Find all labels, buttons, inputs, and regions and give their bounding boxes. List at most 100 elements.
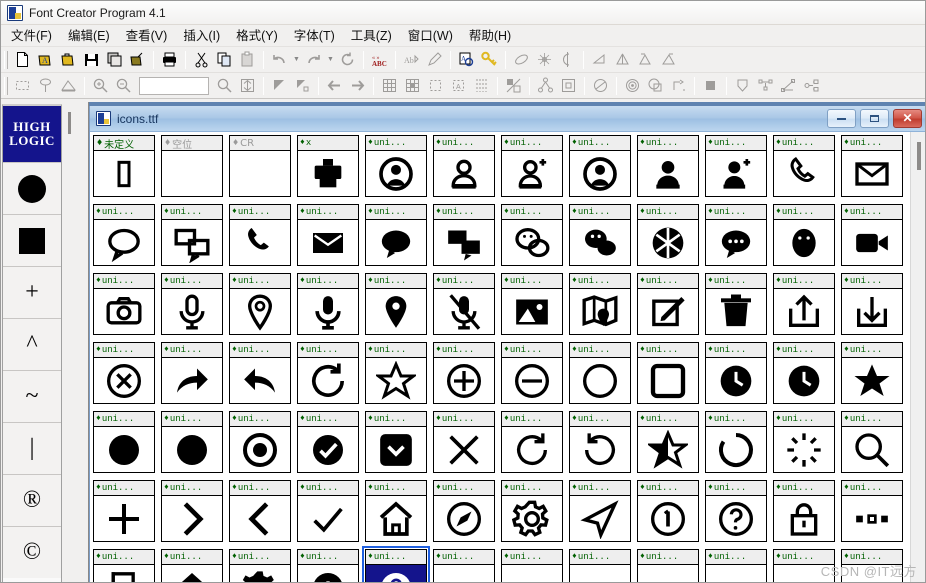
save-icon[interactable] <box>80 49 103 71</box>
glyph-cell[interactable]: ♦ uni... <box>161 411 223 473</box>
open-font-icon[interactable]: A <box>34 49 57 71</box>
glyph-cell[interactable]: ♦ uni... <box>93 480 155 542</box>
glyph-cell[interactable]: ♦ uni... <box>433 549 495 582</box>
menu-file[interactable]: 文件(F) <box>3 26 60 46</box>
glyph-cell[interactable]: ♦ uni... <box>705 411 767 473</box>
glyph-cell[interactable]: ♦ uni... <box>365 342 427 404</box>
glyph-cell[interactable]: ♦ uni... <box>841 135 903 197</box>
glyph-cell[interactable]: ♦ uni... <box>569 135 631 197</box>
glyph-cell[interactable]: ♦ uni... <box>501 204 563 266</box>
glyph-grid-container[interactable]: ♦ 未定义 ♦ 空位 ♦ CR ♦ x ♦ uni... ♦ uni... ♦ uni... ♦ uni...… <box>90 132 910 582</box>
glyph-cell[interactable]: ♦ uni... <box>841 273 903 335</box>
glyph-cell[interactable]: ♦ CR <box>229 135 291 197</box>
glyph-cell[interactable]: ♦ uni... <box>501 411 563 473</box>
glyph-cell[interactable]: ♦ uni... <box>229 342 291 404</box>
glyph-cell[interactable]: ♦ uni... <box>705 135 767 197</box>
copy-icon[interactable] <box>213 49 236 71</box>
glyph-cell[interactable]: ♦ uni... <box>297 204 359 266</box>
glyph-cell[interactable]: ♦ uni... <box>433 204 495 266</box>
sample-plus[interactable]: + <box>3 266 61 318</box>
toolbar-grip[interactable] <box>4 50 8 69</box>
install-font-icon[interactable] <box>126 49 149 71</box>
print-icon[interactable] <box>158 49 181 71</box>
glyph-cell[interactable]: ♦ uni... <box>93 411 155 473</box>
glyph-cell[interactable]: ♦ uni... <box>229 480 291 542</box>
glyph-cell[interactable]: ♦ uni... <box>637 135 699 197</box>
glyph-cell[interactable]: ♦ uni... <box>433 480 495 542</box>
glyph-cell[interactable]: ♦ uni... <box>773 411 835 473</box>
menu-edit[interactable]: 编辑(E) <box>60 26 118 46</box>
glyph-cell[interactable]: ♦ uni... <box>365 273 427 335</box>
glyph-cell[interactable]: ♦ uni... <box>841 480 903 542</box>
menu-insert[interactable]: 插入(I) <box>175 26 228 46</box>
glyph-cell[interactable]: ♦ uni... <box>365 480 427 542</box>
glyph-grid-scroll-thumb[interactable] <box>917 142 921 170</box>
glyph-cell[interactable]: ♦ uni... <box>569 273 631 335</box>
glyph-cell[interactable]: ♦ uni... <box>161 480 223 542</box>
save-all-icon[interactable] <box>103 49 126 71</box>
glyph-cell[interactable]: ♦ uni... <box>637 549 699 582</box>
glyph-cell[interactable]: ♦ uni... <box>93 273 155 335</box>
glyph-cell[interactable]: ♦ uni... <box>365 204 427 266</box>
close-button[interactable]: ✕ <box>893 109 922 128</box>
menu-window[interactable]: 窗口(W) <box>400 26 461 46</box>
glyph-cell[interactable]: ♦ uni... <box>841 411 903 473</box>
glyph-grid-scrollbar[interactable] <box>910 132 925 582</box>
mdi-title-bar[interactable]: icons.ttf ✕ <box>90 106 925 132</box>
menu-font[interactable]: 字体(T) <box>286 26 343 46</box>
glyph-cell[interactable]: ♦ uni... <box>773 549 835 582</box>
glyph-cell[interactable]: ♦ uni... <box>365 411 427 473</box>
glyph-cell[interactable]: ♦ uni... <box>637 204 699 266</box>
glyph-cell[interactable]: ♦ uni... <box>229 549 291 582</box>
glyph-cell[interactable]: ♦ uni... <box>501 342 563 404</box>
glyph-cell[interactable]: ♦ uni... <box>433 342 495 404</box>
sample-square[interactable] <box>3 214 61 266</box>
glyph-cell[interactable]: ♦ uni... <box>229 204 291 266</box>
glyph-cell[interactable]: ♦ uni... <box>569 411 631 473</box>
sample-caret[interactable]: ^ <box>3 318 61 370</box>
key-icon[interactable] <box>478 49 501 71</box>
restore-button[interactable] <box>860 109 889 128</box>
glyph-cell[interactable]: ♦ uni... <box>773 273 835 335</box>
font-preview-icon[interactable]: A <box>455 49 478 71</box>
toolbar-grip[interactable] <box>4 76 8 95</box>
new-document-icon[interactable] <box>11 49 34 71</box>
glyph-sample-list[interactable]: HIGH LOGIC + ^ ~ | ® © <box>2 104 62 582</box>
glyph-cell[interactable]: ♦ uni... <box>841 204 903 266</box>
glyph-cell[interactable]: ♦ uni... <box>637 273 699 335</box>
glyph-cell[interactable]: ♦ uni... <box>501 135 563 197</box>
glyph-cell[interactable]: ♦ uni... <box>297 549 359 582</box>
glyph-cell[interactable]: ♦ 未定义 <box>93 135 155 197</box>
glyph-cell[interactable]: ♦ x <box>297 135 359 197</box>
glyph-cell[interactable]: ♦ uni... <box>705 342 767 404</box>
glyph-cell[interactable]: ♦ uni... <box>637 480 699 542</box>
glyph-cell[interactable]: ♦ uni... <box>362 546 430 582</box>
glyph-cell[interactable]: ♦ uni... <box>569 480 631 542</box>
glyph-cell[interactable]: ♦ uni... <box>229 273 291 335</box>
glyph-cell[interactable]: ♦ uni... <box>365 135 427 197</box>
glyph-cell[interactable]: ♦ uni... <box>161 273 223 335</box>
glyph-cell[interactable]: ♦ uni... <box>705 273 767 335</box>
zoom-level-input[interactable] <box>139 76 209 95</box>
glyph-cell[interactable]: ♦ uni... <box>161 342 223 404</box>
glyph-cell[interactable]: ♦ uni... <box>569 204 631 266</box>
cut-icon[interactable] <box>190 49 213 71</box>
glyph-cell[interactable]: ♦ uni... <box>93 549 155 582</box>
glyph-cell[interactable]: ♦ uni... <box>705 204 767 266</box>
glyph-cell[interactable]: ♦ uni... <box>433 273 495 335</box>
glyph-cell[interactable]: ♦ uni... <box>705 549 767 582</box>
menu-view[interactable]: 查看(V) <box>118 26 176 46</box>
sample-tilde[interactable]: ~ <box>3 370 61 422</box>
sample-registered[interactable]: ® <box>3 474 61 526</box>
menu-tools[interactable]: 工具(Z) <box>343 26 400 46</box>
left-dock-scrollbar[interactable] <box>63 104 77 582</box>
sample-circle[interactable] <box>3 162 61 214</box>
glyph-cell[interactable]: ♦ uni... <box>569 549 631 582</box>
glyph-cell[interactable]: ♦ uni... <box>773 135 835 197</box>
glyph-cell[interactable]: ♦ uni... <box>773 342 835 404</box>
glyph-cell[interactable]: ♦ uni... <box>637 411 699 473</box>
glyph-grid[interactable]: ♦ 未定义 ♦ 空位 ♦ CR ♦ x ♦ uni... ♦ uni... ♦ uni... ♦ uni...… <box>93 135 910 582</box>
glyph-cell[interactable]: ♦ uni... <box>297 273 359 335</box>
glyph-cell[interactable]: ♦ uni... <box>93 342 155 404</box>
glyph-cell[interactable]: ♦ uni... <box>433 411 495 473</box>
